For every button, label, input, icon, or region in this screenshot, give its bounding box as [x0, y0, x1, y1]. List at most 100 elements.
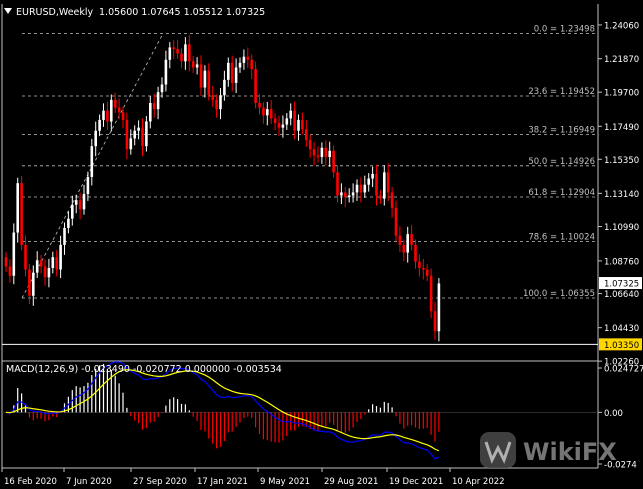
candle-bear — [375, 173, 378, 196]
candle-bear — [390, 192, 394, 208]
time-tick-label: 29 Aug 2021 — [324, 477, 378, 487]
candle-bull — [74, 200, 78, 205]
candle-bear — [359, 184, 363, 193]
bid-price-label: 1.03350 — [604, 341, 639, 351]
candle-bear — [230, 62, 234, 83]
candle-bear — [199, 64, 203, 88]
candle-bull — [32, 272, 35, 296]
candle-bear — [250, 59, 253, 70]
candle-bull — [110, 99, 113, 122]
candle-bull — [195, 64, 199, 68]
macd-tick-label: 0.00 — [604, 409, 623, 419]
candle-bear — [269, 109, 273, 119]
watermark-text: WikiFX — [523, 438, 617, 466]
candle-bear — [301, 119, 304, 130]
candle-bear — [125, 119, 129, 150]
price-tick-label: 1.19700 — [604, 89, 639, 99]
fib-label: 61.8 = 1.12904 — [528, 188, 595, 198]
candle-bull — [351, 192, 355, 196]
candle-bear — [324, 147, 328, 157]
candle-bull — [71, 204, 74, 219]
candle-bull — [355, 184, 359, 193]
candle-bull — [227, 62, 230, 80]
candle-bull — [437, 283, 441, 332]
candle-bull — [219, 95, 222, 110]
candle-bear — [121, 112, 125, 120]
candle-bear — [141, 127, 144, 147]
candle-bear — [188, 44, 191, 62]
candle-bull — [285, 118, 289, 125]
candle-bear — [191, 61, 195, 68]
candle-bull — [340, 192, 343, 196]
candle-bear — [176, 48, 179, 54]
candle-bear — [262, 107, 265, 116]
candle-bull — [328, 150, 331, 157]
candle-bull — [35, 260, 39, 273]
candle-bear — [316, 155, 320, 157]
candle-bear — [39, 260, 43, 267]
candle-bull — [82, 193, 86, 210]
ohlc-values: 1.05600 1.07645 1.05512 1.07325 — [99, 7, 265, 18]
candle-bull — [63, 227, 66, 245]
price-tick-label: 1.24060 — [604, 21, 639, 31]
candle-bull — [160, 84, 164, 93]
candle-bear — [379, 195, 382, 199]
fib-label: 50.0 = 1.14926 — [528, 157, 595, 167]
fib-label: 23.6 = 1.19452 — [528, 87, 595, 97]
price-tick-label: 1.02260 — [604, 358, 639, 368]
price-tick-label: 1.15350 — [604, 156, 639, 166]
candle-bear — [344, 192, 347, 198]
time-tick-label: 16 Feb 2020 — [4, 477, 57, 487]
price-tick-label: 1.10990 — [604, 223, 639, 233]
candle-bear — [172, 47, 175, 49]
candle-bear — [418, 261, 421, 269]
candle-bull — [98, 119, 101, 131]
candle-bear — [394, 207, 398, 236]
time-tick-label: 10 Apr 2022 — [452, 477, 505, 487]
candle-bear — [398, 235, 402, 245]
candle-bull — [238, 62, 242, 68]
candle-bull — [47, 268, 51, 278]
candle-bull — [156, 92, 160, 110]
candle-bull — [149, 102, 152, 122]
candle-bull — [406, 234, 409, 253]
candle-bull — [223, 79, 226, 96]
candle-bear — [293, 110, 296, 131]
candle-bear — [8, 266, 12, 276]
candle-bull — [371, 173, 374, 179]
candle-bull — [289, 110, 292, 119]
wikifx-watermark: WikiFX — [480, 432, 617, 468]
candle-bull — [145, 121, 148, 147]
price-tick-label: 1.13140 — [604, 190, 639, 200]
candle-bear — [332, 150, 335, 173]
candle-bull — [297, 119, 300, 131]
candle-bull — [184, 44, 187, 62]
candle-bear — [113, 99, 117, 108]
candle-bear — [273, 118, 277, 124]
candle-bull — [320, 147, 324, 157]
candle-bear — [246, 56, 250, 60]
candle-bear — [28, 269, 31, 296]
candle-bull — [266, 109, 269, 116]
price-tick-label: 1.06640 — [604, 290, 639, 300]
time-tick-label: 19 Dec 2021 — [389, 477, 443, 487]
candle-bear — [429, 275, 433, 312]
candle-bear — [425, 269, 429, 276]
time-tick-label: 27 Sep 2020 — [133, 477, 187, 487]
candle-bear — [336, 172, 339, 196]
time-tick-label: 7 Jun 2020 — [66, 477, 112, 487]
candle-bear — [305, 129, 308, 140]
candle-bull — [234, 67, 238, 83]
candle-bull — [129, 138, 133, 150]
fib-label: 0.0 = 1.23498 — [534, 25, 595, 35]
candle-bull — [242, 56, 246, 63]
candle-bull — [347, 195, 351, 198]
time-tick-label: 17 Jan 2021 — [197, 477, 248, 487]
candle-bull — [86, 177, 90, 194]
price-tick-label: 1.17490 — [604, 123, 639, 133]
time-tick-label: 9 May 2021 — [260, 477, 310, 487]
candle-bull — [383, 172, 386, 199]
candle-bull — [67, 218, 70, 228]
candle-bear — [433, 311, 437, 332]
eurusd-chart[interactable]: 0.0 = 1.23498 23.6 = 1.19452 38.2 = 1.1694… — [0, 0, 643, 489]
